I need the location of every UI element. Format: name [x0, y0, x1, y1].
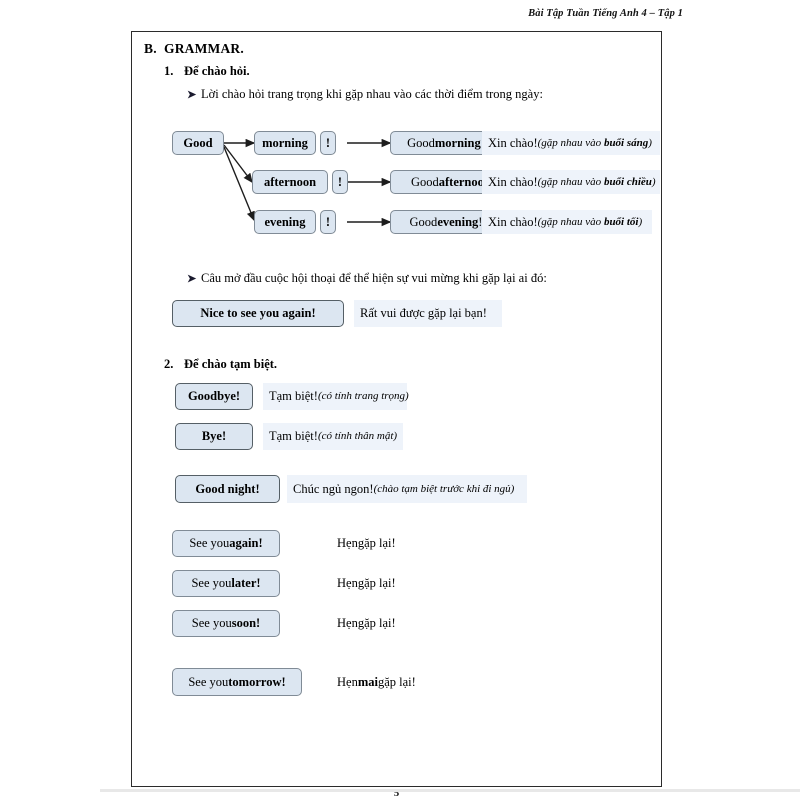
arrow-bullet-icon: ➤ — [187, 89, 197, 101]
phrase-bold: soon! — [231, 616, 261, 631]
part1-intro-row: ➤ Lời chào hỏi trang trọng khi gặp nhau v… — [187, 87, 543, 102]
section-label: B. — [144, 41, 157, 56]
part1-intro-text: Lời chào hỏi trang trọng khi gặp nhau và… — [201, 87, 543, 101]
phrase-prefix: See you — [189, 536, 230, 551]
phrase-translation-see-you-tomorrow: Hẹn mai gặp lại! — [337, 674, 416, 689]
result-prefix: Good — [409, 214, 438, 229]
phrase-prefix: See you — [191, 616, 232, 631]
translation-text: Chúc ngủ ngon! — [293, 481, 374, 496]
part2-number: 2. — [164, 357, 174, 371]
phrase-prefix: See you — [188, 674, 229, 689]
part1-number: 1. — [164, 64, 174, 78]
page-title: GRAMMAR. — [164, 41, 244, 56]
flow-translation-evening: Xin chào! (gặp nhau vào buổi tối) — [482, 210, 652, 234]
flow-translation-afternoon: Xin chào! (gặp nhau vào buổi chiều) — [482, 170, 660, 194]
part1-title: Để chào hỏi. — [184, 64, 250, 78]
translation-text: Xin chào! — [488, 214, 538, 229]
phrase-bold: again! — [229, 536, 263, 551]
part1-second-bullet-row: ➤ Câu mở đầu cuộc hội thoại để thể hiện s… — [187, 271, 547, 286]
phrase-translation-see-you-again: Hẹn gặp lại! — [337, 536, 396, 551]
translation-note: (có tính trang trọng) — [317, 390, 409, 402]
phrase-translation-see-you-soon: Hẹn gặp lại! — [337, 616, 396, 631]
phrase-bold: tomorrow! — [228, 674, 286, 689]
phrase-box-see-you-again[interactable]: See you again! — [172, 530, 280, 557]
flow-bang-box-morning[interactable]: ! — [320, 131, 336, 155]
phrase-prefix: See you — [191, 576, 232, 591]
arrow-bullet-icon: ➤ — [187, 273, 197, 285]
page-frame: B. GRAMMAR. 1. Để chào hỏi. ➤ Lời chào hỏ… — [131, 31, 662, 787]
result-prefix: Good — [407, 135, 435, 150]
phrase-translation-nice-to-see-you-again: Rất vui được gặp lại bạn! — [354, 300, 502, 327]
phrase-box-see-you-soon[interactable]: See you soon! — [172, 610, 280, 637]
flow-time-box-morning[interactable]: morning — [254, 131, 316, 155]
phrase-bold: later! — [231, 576, 261, 591]
translation-note: (có tính thân mật) — [317, 430, 398, 442]
phrase-translation-see-you-later: Hẹn gặp lại! — [337, 576, 396, 591]
bottom-rule — [100, 789, 800, 792]
flow-time-box-evening[interactable]: evening — [254, 210, 316, 234]
translation-note: (gặp nhau vào buổi sáng) — [537, 136, 652, 149]
translation-text: Xin chào! — [488, 135, 538, 150]
phrase-translation-goodbye: Tạm biệt! (có tính trang trọng) — [263, 383, 409, 410]
flow-root-box[interactable]: Good — [172, 131, 224, 155]
phrase-box-goodbye[interactable]: Goodbye! — [175, 383, 253, 410]
flow-time-box-afternoon[interactable]: afternoon — [252, 170, 328, 194]
flow-translation-morning: Xin chào! (gặp nhau vào buổi sáng) — [482, 131, 660, 155]
phrase-box-see-you-later[interactable]: See you later! — [172, 570, 280, 597]
running-header-title: Bài Tập Tuần Tiếng Anh 4 – Tập 1 — [528, 8, 683, 19]
translation-note: (gặp nhau vào buổi chiều) — [537, 175, 656, 188]
flow-bang-box-evening[interactable]: ! — [320, 210, 336, 234]
phrase-box-bye[interactable]: Bye! — [175, 423, 253, 450]
phrase-box-good-night[interactable]: Good night! — [175, 475, 280, 503]
translation-note: (gặp nhau vào buổi tối) — [537, 215, 643, 228]
phrase-box-see-you-tomorrow[interactable]: See you tomorrow! — [172, 668, 302, 696]
result-prefix: Good — [410, 174, 439, 189]
translation-text: Xin chào! — [488, 174, 538, 189]
phrase-translation-bye: Tạm biệt! (có tính thân mật) — [263, 423, 403, 450]
part1-second-bullet-text: Câu mở đầu cuộc hội thoại để thể hiện sự… — [201, 271, 547, 285]
translation-note: (chào tạm biệt trước khi đi ngủ) — [373, 482, 515, 495]
flow-bang-box-afternoon[interactable]: ! — [332, 170, 348, 194]
phrase-translation-good-night: Chúc ngủ ngon! (chào tạm biệt trước khi … — [287, 475, 527, 503]
translation-text: Tạm biệt! — [269, 389, 318, 404]
translation-text: Tạm biệt! — [269, 429, 318, 444]
phrase-box-nice-to-see-you-again[interactable]: Nice to see you again! — [172, 300, 344, 327]
result-bold: evening — [437, 214, 479, 229]
result-bold: morning — [434, 135, 481, 150]
part2-title: Để chào tạm biệt. — [184, 357, 278, 371]
